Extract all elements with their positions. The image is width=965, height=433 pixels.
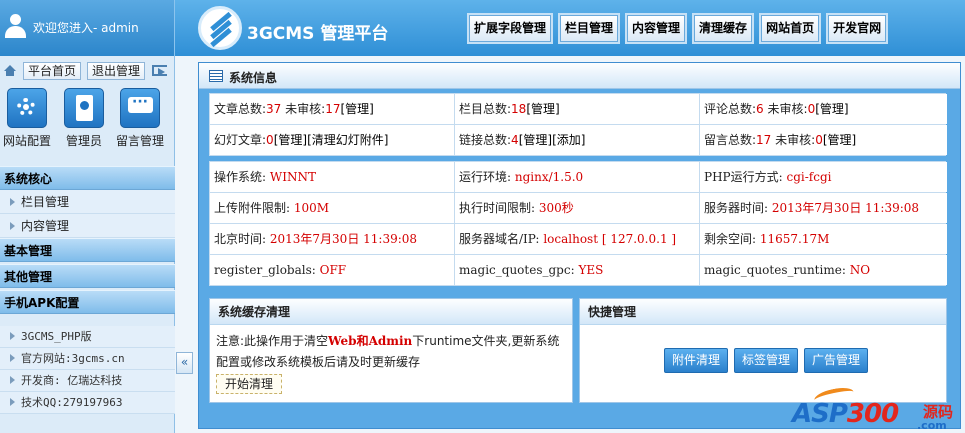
attachment-clean-button[interactable]: 附件清理 [664,348,729,373]
gear-icon [7,88,47,128]
env-upload-limit: 上传附件限制: 100M [210,193,454,223]
sidebar-info: 3GCMS_PHP版 官方网站:3gcms.cn 开发商: 亿瑞达科技 技术QQ… [0,326,175,414]
arrow-icon [10,376,15,384]
message-icon [120,88,160,128]
sidebar-menu: 系统核心 栏目管理 内容管理 基本管理 其他管理 手机APK配置 [0,166,175,314]
cache-note: 注意:此操作用于清空Web和Admin下runtime文件夹,更新系统配置或修改… [216,334,560,369]
arrow-icon [10,332,15,340]
arrow-icon [10,354,15,362]
shortcut-label: 管理员 [65,134,102,148]
stat-columns: 栏目总数:18[管理] [455,94,699,124]
env-php-mode: PHP运行方式: cgi-fcgi [700,162,947,192]
shortcut-label: 留言管理 [115,134,164,148]
arrow-icon [10,198,15,206]
env-beijing-time: 北京时间: 2013年7月30日 11:39:08 [210,224,454,254]
info-version: 3GCMS_PHP版 [0,326,175,348]
home-icon[interactable] [4,65,16,76]
nav-clear-cache[interactable]: 清理缓存 [694,15,753,42]
system-info-header: 系统信息 [199,63,960,89]
sidebar-item-content[interactable]: 内容管理 [0,214,175,238]
collapse-sidebar-button[interactable]: « [176,352,193,374]
manage-columns-link[interactable]: [管理] [526,102,559,116]
nav-columns[interactable]: 栏目管理 [560,15,619,42]
arrow-icon [10,398,15,406]
main-panel: 系统信息 文章总数:37 未审核:17[管理] 栏目总数:18[管理] 评论总数… [198,62,961,429]
sidebar-quickbar: 平台首页 退出管理 [0,60,175,82]
env-runtime: 运行环境: nginx/1.5.0 [455,162,699,192]
platform-home-button[interactable]: 平台首页 [23,62,82,80]
arrow-icon [10,222,15,230]
manage-articles-link[interactable]: [管理] [340,102,373,116]
env-magic-quotes-runtime: magic_quotes_runtime: NO [700,255,947,285]
logout-button[interactable]: 退出管理 [87,62,146,80]
brand-title: 3GCMS 管理平台 [247,24,389,44]
env-host: 服务器域名/IP: localhost [ 127.0.0.1 ] [455,224,699,254]
menu-group-system-core[interactable]: 系统核心 [0,166,175,190]
quick-manage-box: 快捷管理 附件清理 标签管理 广告管理 [579,298,947,403]
env-exec-limit: 执行时间限制: 300秒 [455,193,699,223]
stat-messages: 留言总数:17 未审核:0[管理] [700,125,947,155]
menu-group-apk[interactable]: 手机APK配置 [0,290,175,314]
manage-slides-link[interactable]: [管理] [274,133,307,147]
environment-grid: 操作系统: WINNT 运行环境: nginx/1.5.0 PHP运行方式: c… [209,161,947,286]
cache-box-title: 系统缓存清理 [210,299,572,325]
watermark-text: ASP300 [792,399,899,429]
tag-manage-button[interactable]: 标签管理 [734,348,799,373]
exit-icon[interactable] [152,65,167,76]
env-free-space: 剩余空间: 11657.17M [700,224,947,254]
top-header: 欢迎您进入- admin 3GCMS 管理平台 扩展字段管理 栏目管理 内容管理… [0,0,965,56]
env-os: 操作系统: WINNT [210,162,454,192]
shortcut-label: 网站配置 [2,134,51,148]
stats-grid: 文章总数:37 未审核:17[管理] 栏目总数:18[管理] 评论总数:6 未审… [209,93,947,156]
nav-site-home[interactable]: 网站首页 [761,15,820,42]
quick-box-title: 快捷管理 [580,299,946,325]
add-link-link[interactable]: [添加] [552,133,585,147]
sidebar: 平台首页 退出管理 网站配置 管理员 留言管理 系统核心 栏目管理 内容管理 基… [0,56,175,433]
quick-buttons: 附件清理 标签管理 广告管理 [664,348,869,373]
sidebar-item-columns[interactable]: 栏目管理 [0,190,175,214]
panel-title: 系统信息 [229,71,278,85]
info-qq: 技术QQ:279197963 [0,392,175,414]
message-shortcut[interactable]: 留言管理 [111,88,169,149]
stat-comments: 评论总数:6 未审核:0[管理] [700,94,947,124]
stat-slides: 幻灯文章:0[管理][清理幻灯附件] [210,125,454,155]
info-website: 官方网站:3gcms.cn [0,348,175,370]
welcome-text: 欢迎您进入- admin [33,21,139,35]
manage-messages-link[interactable]: [管理] [823,133,856,147]
env-magic-quotes-gpc: magic_quotes_gpc: YES [455,255,699,285]
user-icon [4,14,26,40]
nav-extend-fields[interactable]: 扩展字段管理 [469,15,552,42]
id-badge-icon [64,88,104,128]
manage-comments-link[interactable]: [管理] [815,102,848,116]
admin-shortcut[interactable]: 管理员 [55,88,113,149]
info-developer: 开发商: 亿瑞达科技 [0,370,175,392]
logo-icon [198,6,242,50]
start-clear-button[interactable]: 开始清理 [216,374,283,394]
stat-articles: 文章总数:37 未审核:17[管理] [210,94,454,124]
menu-group-other[interactable]: 其他管理 [0,264,175,288]
site-config-shortcut[interactable]: 网站配置 [0,88,56,149]
top-nav: 扩展字段管理 栏目管理 内容管理 清理缓存 网站首页 开发官网 [469,15,887,42]
welcome-area: 欢迎您进入- admin [0,0,175,56]
clear-slide-attachments-link[interactable]: [清理幻灯附件] [307,133,388,147]
cache-clear-box: 系统缓存清理 注意:此操作用于清空Web和Admin下runtime文件夹,更新… [209,298,573,403]
table-icon [209,70,223,82]
watermark-com: .com [917,419,947,432]
sidebar-shortcuts: 网站配置 管理员 留言管理 [0,88,175,160]
manage-links-link[interactable]: [管理] [519,133,552,147]
menu-group-basic[interactable]: 基本管理 [0,238,175,262]
stat-links: 链接总数:4[管理][添加] [455,125,699,155]
env-register-globals: register_globals: OFF [210,255,454,285]
nav-dev-site[interactable]: 开发官网 [828,15,887,42]
ad-manage-button[interactable]: 广告管理 [804,348,869,373]
watermark-logo: ASP300 源码 .com [792,384,962,433]
nav-content[interactable]: 内容管理 [627,15,686,42]
env-server-time: 服务器时间: 2013年7月30日 11:39:08 [700,193,947,223]
